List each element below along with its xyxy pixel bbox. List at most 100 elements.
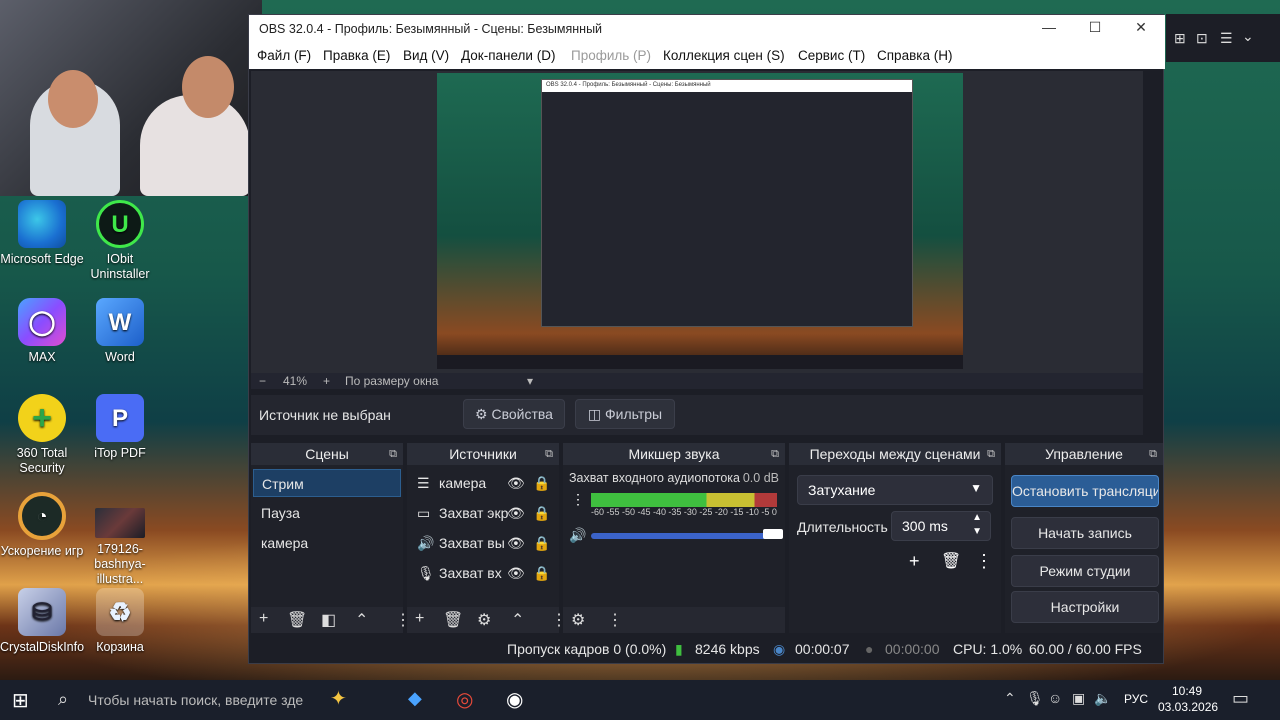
desktop-icon-max[interactable]: ◯ MAX bbox=[0, 298, 84, 365]
clock-date[interactable]: 03.03.2026 bbox=[1158, 700, 1218, 714]
desktop-icon-edge[interactable]: Microsoft Edge bbox=[0, 200, 84, 267]
maximize-button[interactable]: ☐ bbox=[1075, 19, 1115, 36]
volume-slider-handle[interactable] bbox=[763, 529, 783, 539]
zoom-dropdown-icon[interactable]: ▾ bbox=[527, 374, 533, 388]
scenes-footer: + 🗑 ◧ ⌃ ⋮ bbox=[251, 607, 411, 633]
eye-icon[interactable]: 👁 bbox=[507, 499, 525, 527]
scenes-title: Сцены bbox=[305, 446, 349, 462]
properties-button[interactable]: ⚙ Свойства bbox=[463, 399, 565, 429]
remove-source-button[interactable]: 🗑 bbox=[443, 610, 463, 630]
scene-item[interactable]: Пауза bbox=[253, 499, 401, 527]
desktop-icon-itop[interactable]: P iTop PDF bbox=[78, 394, 162, 461]
desktop-icon-label: iTop PDF bbox=[94, 446, 146, 460]
more-icon[interactable]: ⋮ bbox=[607, 610, 623, 630]
source-item[interactable]: 🎙 Захват вх 👁 🔒 bbox=[409, 559, 557, 587]
lock-icon[interactable]: 🔒 bbox=[533, 469, 550, 497]
speaker-icon[interactable]: 🔊 bbox=[569, 527, 586, 544]
notifications-icon[interactable]: ▭ bbox=[1232, 688, 1249, 709]
lock-icon[interactable]: 🔒 bbox=[533, 529, 550, 557]
menu-help[interactable]: Справка (H) bbox=[877, 48, 952, 63]
desktop-icon-360[interactable]: + 360 Total Security bbox=[0, 394, 84, 476]
scene-item[interactable]: камера bbox=[253, 529, 401, 557]
desktop-icon-recycle-bin[interactable]: ♻ Корзина bbox=[78, 588, 162, 655]
move-up-button[interactable]: ⌃ bbox=[355, 610, 368, 630]
undock-icon[interactable]: ⧉ bbox=[545, 443, 553, 465]
obs-taskbar-icon[interactable]: ◉ bbox=[506, 687, 523, 712]
menu-icon[interactable]: ☰ bbox=[1220, 30, 1233, 47]
person-right-head bbox=[182, 56, 234, 118]
desktop-icon-crystaldisk[interactable]: ⛁ CrystalDiskInfo bbox=[0, 588, 84, 655]
taskbar-search-input[interactable]: Чтобы начать поиск, введите зде bbox=[88, 692, 303, 708]
menu-edit[interactable]: Правка (E) bbox=[323, 48, 390, 63]
undock-icon[interactable]: ⧉ bbox=[771, 443, 779, 465]
chrome-icon[interactable]: ◎ bbox=[456, 687, 473, 712]
remove-scene-button[interactable]: 🗑 bbox=[287, 610, 307, 630]
filters-button[interactable]: ◫ Фильтры bbox=[575, 399, 675, 429]
zoom-fit-select[interactable]: По размеру окна bbox=[345, 374, 438, 388]
add-scene-button[interactable]: + bbox=[259, 610, 268, 628]
volume-icon[interactable]: 🔈 bbox=[1094, 690, 1111, 707]
eye-icon[interactable]: 👁 bbox=[507, 529, 525, 557]
grid-icon[interactable]: ⊞ bbox=[1174, 30, 1186, 47]
desktop-icon-game-boost[interactable]: ◔ Ускорение игр bbox=[0, 492, 84, 559]
menu-profile[interactable]: Профиль (P) bbox=[571, 48, 651, 63]
volume-slider[interactable] bbox=[591, 533, 781, 539]
windows-start-icon[interactable]: ⊞ bbox=[12, 688, 29, 713]
move-up-button[interactable]: ⌃ bbox=[511, 610, 524, 630]
zoom-out-button[interactable]: − bbox=[259, 374, 266, 388]
spin-down-icon[interactable]: ▼ bbox=[972, 526, 982, 537]
lock-icon[interactable]: 🔒 bbox=[533, 559, 550, 587]
stop-streaming-button[interactable]: Остановить трансляцию bbox=[1011, 475, 1159, 507]
mixer-menu-icon[interactable]: ⋮ bbox=[571, 491, 585, 508]
menu-scene-collection[interactable]: Коллекция сцен (S) bbox=[663, 48, 785, 63]
preview-canvas[interactable]: OBS 32.0.4 - Профиль: Безымянный - Сцены… bbox=[437, 73, 963, 369]
network-icon[interactable]: ▣ bbox=[1072, 690, 1085, 707]
start-recording-button[interactable]: Начать запись bbox=[1011, 517, 1159, 549]
desktop-icon-iobit[interactable]: U IObit Uninstaller bbox=[78, 200, 162, 282]
remove-transition-button[interactable]: 🗑 bbox=[941, 551, 961, 571]
tray-app-icon[interactable]: ☺ bbox=[1048, 690, 1062, 706]
menu-file[interactable]: Файл (F) bbox=[257, 48, 311, 63]
transition-select[interactable]: Затухание ▼ bbox=[797, 475, 993, 505]
settings-button[interactable]: Настройки bbox=[1011, 591, 1159, 623]
scene-item[interactable]: Стрим bbox=[253, 469, 401, 497]
language-indicator[interactable]: РУС bbox=[1124, 692, 1148, 706]
chevron-up-icon[interactable]: ⌃ bbox=[1004, 690, 1016, 707]
chevron-down-icon[interactable]: ⌄ bbox=[1242, 28, 1254, 45]
undock-icon[interactable]: ⧉ bbox=[1149, 443, 1157, 465]
clock-time[interactable]: 10:49 bbox=[1172, 684, 1202, 698]
lock-icon[interactable]: 🔒 bbox=[533, 499, 550, 527]
preview-area[interactable]: OBS 32.0.4 - Профиль: Безымянный - Сцены… bbox=[251, 71, 1143, 373]
close-button[interactable]: ✕ bbox=[1121, 19, 1161, 36]
eye-icon[interactable]: 👁 bbox=[507, 559, 525, 587]
add-transition-button[interactable]: + bbox=[909, 551, 920, 572]
desktop-icon-image-file[interactable]: 179126-bashnya-illustra... bbox=[78, 508, 162, 587]
source-item[interactable]: ☰ камера 👁 🔒 bbox=[409, 469, 557, 497]
duration-spinbox[interactable]: 300 ms ▲ ▼ bbox=[891, 511, 991, 541]
add-source-button[interactable]: + bbox=[415, 610, 424, 628]
studio-mode-button[interactable]: Режим студии bbox=[1011, 555, 1159, 587]
source-item[interactable]: 🔊 Захват вы 👁 🔒 bbox=[409, 529, 557, 557]
minimize-button[interactable]: — bbox=[1029, 19, 1069, 35]
sparkle-icon[interactable]: ✦ bbox=[330, 686, 347, 711]
desktop-icon-word[interactable]: W Word bbox=[78, 298, 162, 365]
mic-icon[interactable]: 🎙 bbox=[1026, 690, 1044, 707]
spin-up-icon[interactable]: ▲ bbox=[972, 512, 982, 523]
more-icon[interactable]: ⋮ bbox=[975, 551, 993, 572]
desktop-icon-label: Microsoft Edge bbox=[0, 252, 84, 266]
eye-icon[interactable]: 👁 bbox=[507, 469, 525, 497]
source-item[interactable]: ▭ Захват экр 👁 🔒 bbox=[409, 499, 557, 527]
menu-view[interactable]: Вид (V) bbox=[403, 48, 449, 63]
undock-icon[interactable]: ⧉ bbox=[389, 443, 397, 465]
source-label: Захват экр bbox=[439, 505, 509, 521]
lock-icon[interactable]: ⊡ bbox=[1196, 30, 1208, 47]
source-properties-button[interactable]: ⚙ bbox=[477, 610, 491, 630]
menu-tools[interactable]: Сервис (T) bbox=[798, 48, 865, 63]
undock-icon[interactable]: ⧉ bbox=[987, 443, 995, 465]
mixer-settings-icon[interactable]: ⚙ bbox=[571, 610, 585, 630]
menu-docks[interactable]: Док-панели (D) bbox=[461, 48, 555, 63]
scene-filters-button[interactable]: ◧ bbox=[321, 610, 336, 630]
zoom-in-button[interactable]: + bbox=[323, 374, 330, 388]
pin-app-icon[interactable]: ◆ bbox=[408, 688, 422, 709]
desktop-icon-label: Корзина bbox=[96, 640, 144, 654]
